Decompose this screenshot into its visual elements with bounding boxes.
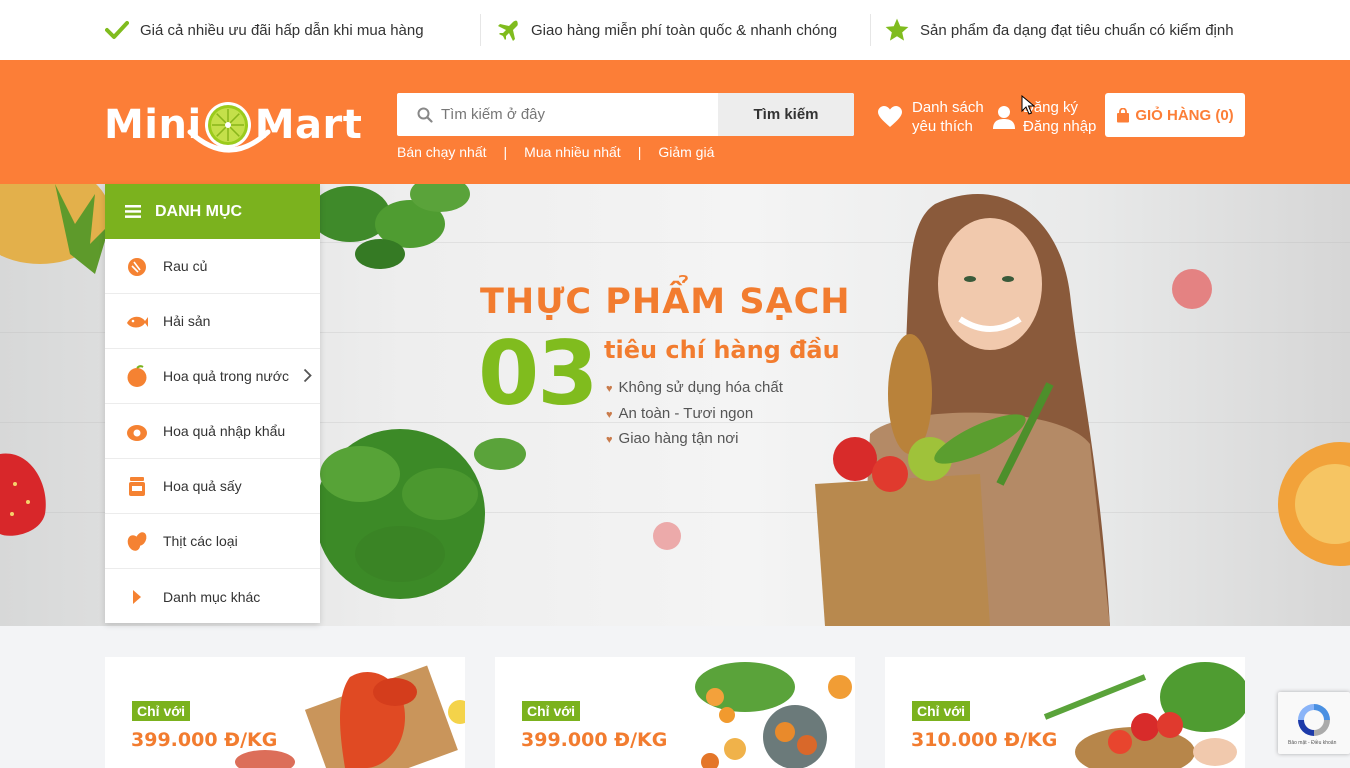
category-label: Hoa quả trong nước	[163, 368, 289, 384]
promo-tag: Chỉ với	[912, 701, 971, 721]
quick-link-separator: |	[637, 144, 642, 160]
category-menu-title: DANH MỤC	[155, 202, 243, 220]
category-label: Thịt các loại	[163, 533, 238, 549]
star-icon	[884, 17, 910, 43]
strawberry-left-image	[0, 453, 46, 536]
user-icon	[993, 106, 1015, 129]
divider	[480, 14, 481, 46]
heart-bullet-icon: ♥	[606, 408, 613, 421]
divider	[870, 14, 871, 46]
feature-item-price: Giá cả nhiều ưu đãi hấp dẫn khi mua hàng	[104, 0, 424, 60]
category-label: Danh mục khác	[163, 588, 261, 605]
search-icon	[417, 107, 433, 123]
strawberry-blur-image	[1172, 269, 1212, 309]
feature-item-shipping: Giao hàng miễn phí toàn quốc & nhanh chó…	[495, 0, 837, 60]
chevron-right-icon	[303, 368, 312, 383]
quick-link-most-bought[interactable]: Mua nhiều nhất	[524, 144, 621, 160]
site-header: Mini Mart Tìm kiếm Bán chạy nhất | Mua n…	[0, 60, 1350, 184]
promo-tag: Chỉ với	[132, 701, 191, 721]
wishlist-link[interactable]: Danh sách yêu thích	[877, 98, 984, 136]
logo-swoosh	[187, 129, 271, 153]
cart-label: GIỎ HÀNG (0)	[1135, 106, 1234, 124]
heart-icon	[878, 106, 902, 127]
fish-icon	[125, 309, 149, 333]
feature-strip: Giá cả nhiều ưu đãi hấp dẫn khi mua hàng…	[0, 0, 1350, 60]
category-item-danh-muc-khac[interactable]: Danh mục khác	[105, 569, 320, 624]
feature-text: Sản phẩm đa dạng đạt tiêu chuẩn có kiểm …	[920, 21, 1234, 39]
quick-links: Bán chạy nhất | Mua nhiều nhất | Giảm gi…	[397, 144, 714, 160]
category-menu: DANH MỤC Rau củ Hải sản Hoa quả trong nư…	[105, 184, 320, 623]
category-label: Rau củ	[163, 258, 208, 274]
wishlist-label-line2: yêu thích	[912, 118, 973, 135]
feature-text: Giá cả nhiều ưu đãi hấp dẫn khi mua hàng	[140, 21, 424, 39]
category-item-hoa-qua-nhap-khau[interactable]: Hoa quả nhập khẩu	[105, 404, 320, 459]
promo-price: 399.000 Đ/KG	[521, 729, 668, 751]
category-label: Hoa quả nhập khẩu	[163, 423, 286, 439]
strawberry-blur-image	[653, 522, 681, 550]
category-label: Hải sản	[163, 313, 211, 329]
heart-bullet-icon: ♥	[606, 383, 613, 395]
vegetable-icon	[125, 254, 149, 278]
orange-icon	[125, 364, 149, 388]
cart-button[interactable]: GIỎ HÀNG (0)	[1105, 93, 1245, 137]
feature-item-quality: Sản phẩm đa dạng đạt tiêu chuẩn có kiểm …	[884, 0, 1234, 60]
promo-card[interactable]: Chỉ với 310.000 Đ/KG	[885, 657, 1245, 768]
search-button[interactable]: Tìm kiếm	[718, 93, 854, 136]
meat-icon	[125, 529, 149, 553]
search-input[interactable]	[441, 106, 701, 123]
jar-icon	[125, 474, 149, 498]
banner-number: 03	[478, 322, 598, 425]
category-item-hai-san[interactable]: Hải sản	[105, 294, 320, 349]
category-item-thit-cac-loai[interactable]: Thịt các loại	[105, 514, 320, 569]
caret-right-icon	[125, 585, 149, 609]
promo-card[interactable]: Chỉ với 399.000 Đ/KG	[105, 657, 465, 768]
category-item-hoa-qua-trong-nuoc[interactable]: Hoa quả trong nước	[105, 349, 320, 404]
category-item-rau-cu[interactable]: Rau củ	[105, 239, 320, 294]
quick-link-discount[interactable]: Giảm giá	[658, 144, 714, 160]
check-icon	[104, 17, 130, 43]
pineapple-image	[0, 184, 110, 274]
promo-price: 399.000 Đ/KG	[131, 729, 278, 751]
category-item-hoa-qua-say[interactable]: Hoa quả sấy	[105, 459, 320, 514]
login-link[interactable]: Đăng nhập	[1023, 117, 1096, 136]
basil-bowl-image	[315, 429, 526, 599]
fruit-icon	[125, 419, 149, 443]
promo-card[interactable]: Chỉ với 399.000 Đ/KG	[495, 657, 855, 768]
recaptcha-icon	[1298, 704, 1330, 736]
banner-subtitle: tiêu chí hàng đầu	[604, 336, 840, 364]
basil-top-image	[310, 184, 470, 269]
feature-text: Giao hàng miễn phí toàn quốc & nhanh chó…	[531, 21, 838, 39]
promo-price: 310.000 Đ/KG	[911, 729, 1058, 751]
search-field	[397, 93, 718, 136]
peach-image	[1278, 442, 1350, 566]
quick-link-bestseller[interactable]: Bán chạy nhất	[397, 144, 487, 160]
account-link[interactable]: Đăng ký Đăng nhập	[993, 98, 1096, 136]
banner-point: ♥ Không sử dụng hóa chất	[606, 379, 783, 396]
airplane-icon	[495, 17, 521, 43]
promo-tag: Chỉ với	[522, 701, 581, 721]
category-label: Hoa quả sấy	[163, 478, 242, 494]
banner-title: THỰC PHẨM SẠCH	[480, 282, 851, 322]
woman-with-groceries-image	[815, 194, 1110, 626]
mouse-cursor-icon	[1021, 95, 1035, 115]
quick-link-separator: |	[503, 144, 508, 160]
recaptcha-badge[interactable]: Bảo mật - Điều khoản	[1278, 692, 1350, 754]
shopping-bag-icon	[1117, 107, 1130, 122]
banner-point: ♥ An toàn - Tươi ngon	[606, 404, 754, 422]
banner-point: ♥ Giao hàng tận nơi	[606, 430, 739, 447]
wishlist-label-line1: Danh sách	[912, 99, 984, 116]
hamburger-icon	[125, 205, 141, 218]
category-menu-header[interactable]: DANH MỤC	[105, 184, 320, 239]
recaptcha-text: Bảo mật - Điều khoản	[1288, 740, 1337, 746]
banner-points: ♥ Không sử dụng hóa chất ♥ An toàn - Tươi …	[606, 376, 783, 453]
heart-bullet-icon: ♥	[606, 434, 613, 446]
search-bar: Tìm kiếm	[397, 93, 854, 136]
